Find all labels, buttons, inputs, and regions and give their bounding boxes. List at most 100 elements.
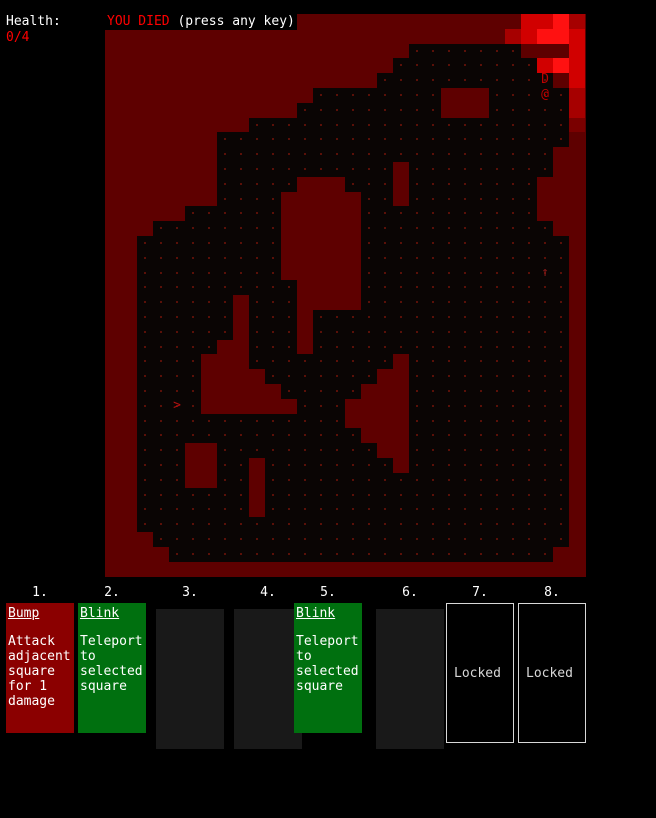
map-cell [553,384,569,399]
map-cell [345,517,361,532]
map-cell [249,472,265,488]
map-cell [313,191,329,207]
ability-slot-2[interactable]: 2. Blink Teleport to selected square [78,585,146,760]
map-cell [281,339,297,355]
map-cell [377,117,393,133]
map-cell [441,14,457,29]
map-cell [297,147,313,162]
map-cell [457,472,473,488]
ability-card-locked[interactable]: Locked [518,603,586,743]
map-cell [473,102,489,118]
map-cell [265,206,281,222]
map-cell [473,413,489,429]
map-cell [361,487,377,503]
ability-title: Blink [296,606,336,621]
map-cell [361,472,377,488]
map-cell [153,413,169,429]
map-cell [153,487,169,503]
map-cell [377,310,393,325]
map-cell [409,517,425,532]
map-cell [409,443,425,458]
map-cell [233,88,249,103]
ability-slot-1[interactable]: 1. Bump Attack adjacent square for 1 damag… [6,585,74,760]
map-cell [121,502,137,518]
ability-slot-7[interactable]: 7. Locked [446,585,514,760]
map-cell [137,339,153,355]
map-cell [537,546,553,562]
map-cell [537,443,553,458]
map-cell [169,132,185,148]
map-cell [105,443,121,458]
map-cell [137,472,153,488]
map-cell [441,280,457,296]
map-cell [281,176,297,192]
map-cell [153,561,169,577]
map-cell [233,339,249,355]
map-cell [169,43,185,59]
ability-card-locked[interactable]: Locked [446,603,514,743]
ability-slot-4[interactable]: 4. [234,585,302,760]
map-cell [137,532,153,547]
map-cell [345,73,361,88]
map-cell [425,339,441,355]
map-cell [137,384,153,399]
map-cell [233,132,249,148]
map-cell [185,88,201,103]
map-cell [553,280,569,296]
ability-card[interactable]: Blink Teleport to selected square [294,603,362,733]
map-cell [217,517,233,532]
map-cell [313,236,329,251]
map-cell [425,413,441,429]
map-cell [313,502,329,518]
dungeon-map[interactable]: D @ > ↑ [105,14,586,577]
map-cell [553,369,569,384]
map-cell [105,236,121,251]
map-cell [377,265,393,281]
map-cell [377,250,393,266]
map-cell [201,280,217,296]
ability-card-empty[interactable] [234,609,302,749]
map-cell [233,398,249,414]
ability-card-empty[interactable] [376,609,444,749]
map-cell [521,384,537,399]
map-cell [489,310,505,325]
map-cell [121,339,137,355]
ability-slot-3[interactable]: 3. [156,585,224,760]
map-cell [345,546,361,562]
map-cell [169,384,185,399]
ability-slot-6[interactable]: 6. [376,585,444,760]
map-cell [201,132,217,148]
map-cell [329,546,345,562]
ability-slot-5[interactable]: 5. Blink Teleport to selected square [294,585,362,760]
map-cell [185,280,201,296]
map-cell [409,43,425,59]
ability-card-empty[interactable] [156,609,224,749]
map-cell [249,398,265,414]
map-cell [361,250,377,266]
ability-slot-8[interactable]: 8. Locked [518,585,586,760]
ability-card[interactable]: Blink Teleport to selected square [78,603,146,733]
ability-card[interactable]: Bump Attack adjacent square for 1 damage [6,603,74,733]
map-cell [281,206,297,222]
map-cell [201,221,217,236]
map-cell [489,250,505,266]
map-cell [329,14,345,29]
map-cell [297,458,313,473]
map-cell [505,369,521,384]
map-cell [137,458,153,473]
map-cell [457,206,473,222]
map-cell [553,487,569,503]
map-cell [505,458,521,473]
map-cell [441,265,457,281]
map-cell [457,28,473,44]
map-cell [569,88,585,103]
map-cell [537,310,553,325]
map-cell [153,502,169,518]
map-cell [553,517,569,532]
map-cell [281,398,297,414]
map-cell [297,472,313,488]
map-cell [185,295,201,310]
map-cell [313,324,329,340]
map-cell [201,310,217,325]
map-cell [217,354,233,370]
